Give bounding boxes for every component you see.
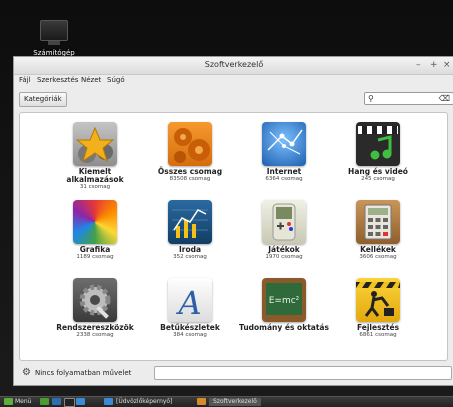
- category-count: 6364 csomag: [265, 176, 303, 182]
- category-name: Grafika: [79, 245, 111, 254]
- files-launcher-icon[interactable]: [76, 398, 85, 405]
- category-fonts[interactable]: A Betűkészletek 384 csomag: [145, 278, 235, 338]
- gears-icon: ⚙: [22, 367, 31, 378]
- gamepad-icon: [262, 200, 306, 244]
- category-system-tools[interactable]: Rendszereszközök 2338 csomag: [50, 278, 140, 338]
- search-input[interactable]: [377, 94, 437, 102]
- category-name: Tudomány és oktatás: [239, 323, 329, 332]
- menu-bar: Fájl Szerkesztés Nézet Súgó: [14, 74, 453, 87]
- taskbar-welcome-screen[interactable]: [Üdvözlőképernyő]: [116, 398, 172, 406]
- clapper-music-icon: [356, 122, 400, 166]
- status-bar: ⚙ Nincs folyamatban művelet: [14, 362, 453, 385]
- category-name: Rendszereszközök: [56, 323, 134, 332]
- category-count: 83508 csomag: [169, 176, 211, 182]
- menu-view[interactable]: Nézet: [81, 76, 101, 84]
- svg-text:A: A: [175, 284, 201, 322]
- bottom-panel: Menü [Üdvözlőképernyő] Szoftverkezelő: [0, 396, 453, 407]
- chalkboard-icon: E=mc²: [262, 278, 306, 322]
- category-count: 352 csomag: [173, 254, 207, 260]
- close-button[interactable]: ×: [443, 59, 451, 71]
- categories-button[interactable]: Kategóriák: [19, 92, 67, 107]
- category-name: Kiemelt alkalmazások: [66, 167, 124, 184]
- svg-text:E=mc²: E=mc²: [269, 296, 300, 306]
- browser-launcher-icon[interactable]: [52, 398, 61, 405]
- category-internet[interactable]: Internet 6364 csomag: [239, 122, 329, 182]
- window-icon: [104, 398, 113, 405]
- minimize-button[interactable]: –: [416, 59, 421, 71]
- menu-edit[interactable]: Szerkesztés: [37, 76, 78, 84]
- category-sound-video[interactable]: Hang és videó 245 csomag: [333, 122, 423, 182]
- category-name: Játékok: [268, 245, 300, 254]
- category-games[interactable]: Játékok 1970 csomag: [239, 200, 329, 260]
- category-count: 245 csomag: [361, 176, 395, 182]
- software-manager-window: Szoftverkezelő – + × Fájl Szerkesztés Né…: [13, 56, 453, 386]
- category-count: 3606 csomag: [359, 254, 397, 260]
- title-bar[interactable]: Szoftverkezelő – + ×: [14, 57, 453, 75]
- taskbar-software-manager[interactable]: Szoftverkezelő: [209, 398, 261, 406]
- monitor-stand: [48, 41, 60, 45]
- monitor-icon: [40, 20, 68, 41]
- status-text: Nincs folyamatban művelet: [35, 369, 132, 377]
- globe-network-icon: [262, 122, 306, 166]
- category-name: Betűkészletek: [160, 323, 220, 332]
- maximize-button[interactable]: +: [430, 59, 438, 71]
- category-development[interactable]: Fejlesztés 6861 csomag: [333, 278, 423, 338]
- status-field: [154, 366, 452, 380]
- category-featured[interactable]: Kiemelt alkalmazások 31 csomag: [50, 122, 140, 190]
- window-title: Szoftverkezelő: [204, 60, 264, 69]
- category-name: Hang és videó: [348, 167, 408, 176]
- category-count: 384 csomag: [173, 332, 207, 338]
- chart-icon: [168, 200, 212, 244]
- color-wheel-icon: [73, 200, 117, 244]
- calculator-icon: [356, 200, 400, 244]
- search-box: ⚲ ⌫: [364, 92, 453, 105]
- menu-help[interactable]: Súgó: [107, 76, 125, 84]
- toolbar: Kategóriák ⚲ ⌫: [14, 87, 453, 109]
- category-name: Kellékek: [360, 245, 396, 254]
- category-office[interactable]: Iroda 352 csomag: [145, 200, 235, 260]
- menu-file[interactable]: Fájl: [19, 76, 31, 84]
- category-name: Összes csomag: [157, 167, 223, 176]
- font-a-icon: A: [168, 278, 212, 322]
- categories-grid: Kiemelt alkalmazások 31 csomag Összes cs…: [19, 112, 448, 361]
- category-name: Fejlesztés: [356, 323, 400, 332]
- show-desktop-icon[interactable]: [40, 398, 49, 405]
- system-gear-icon: [73, 278, 117, 322]
- category-count: 1970 csomag: [265, 254, 303, 260]
- category-count: 1189 csomag: [76, 254, 114, 260]
- clear-search-icon[interactable]: ⌫: [439, 93, 450, 104]
- computer-desktop-icon[interactable]: Számítógép: [24, 20, 84, 57]
- category-all-packages[interactable]: Összes csomag 83508 csomag: [145, 122, 235, 182]
- category-graphics[interactable]: Grafika 1189 csomag: [50, 200, 140, 260]
- category-name: Iroda: [178, 245, 202, 254]
- software-manager-icon: [197, 398, 206, 405]
- menu-logo-icon: [4, 398, 13, 405]
- category-count: 31 csomag: [79, 184, 111, 190]
- search-icon: ⚲: [368, 94, 374, 103]
- category-count: 2338 csomag: [76, 332, 114, 338]
- star-gears-icon: [73, 122, 117, 166]
- category-science-education[interactable]: E=mc² Tudomány és oktatás: [239, 278, 329, 332]
- category-name: Internet: [266, 167, 302, 176]
- menu-button[interactable]: Menü: [15, 398, 31, 406]
- construction-icon: [356, 278, 400, 322]
- orange-gears-icon: [168, 122, 212, 166]
- category-accessories[interactable]: Kellékek 3606 csomag: [333, 200, 423, 260]
- category-count: 6861 csomag: [359, 332, 397, 338]
